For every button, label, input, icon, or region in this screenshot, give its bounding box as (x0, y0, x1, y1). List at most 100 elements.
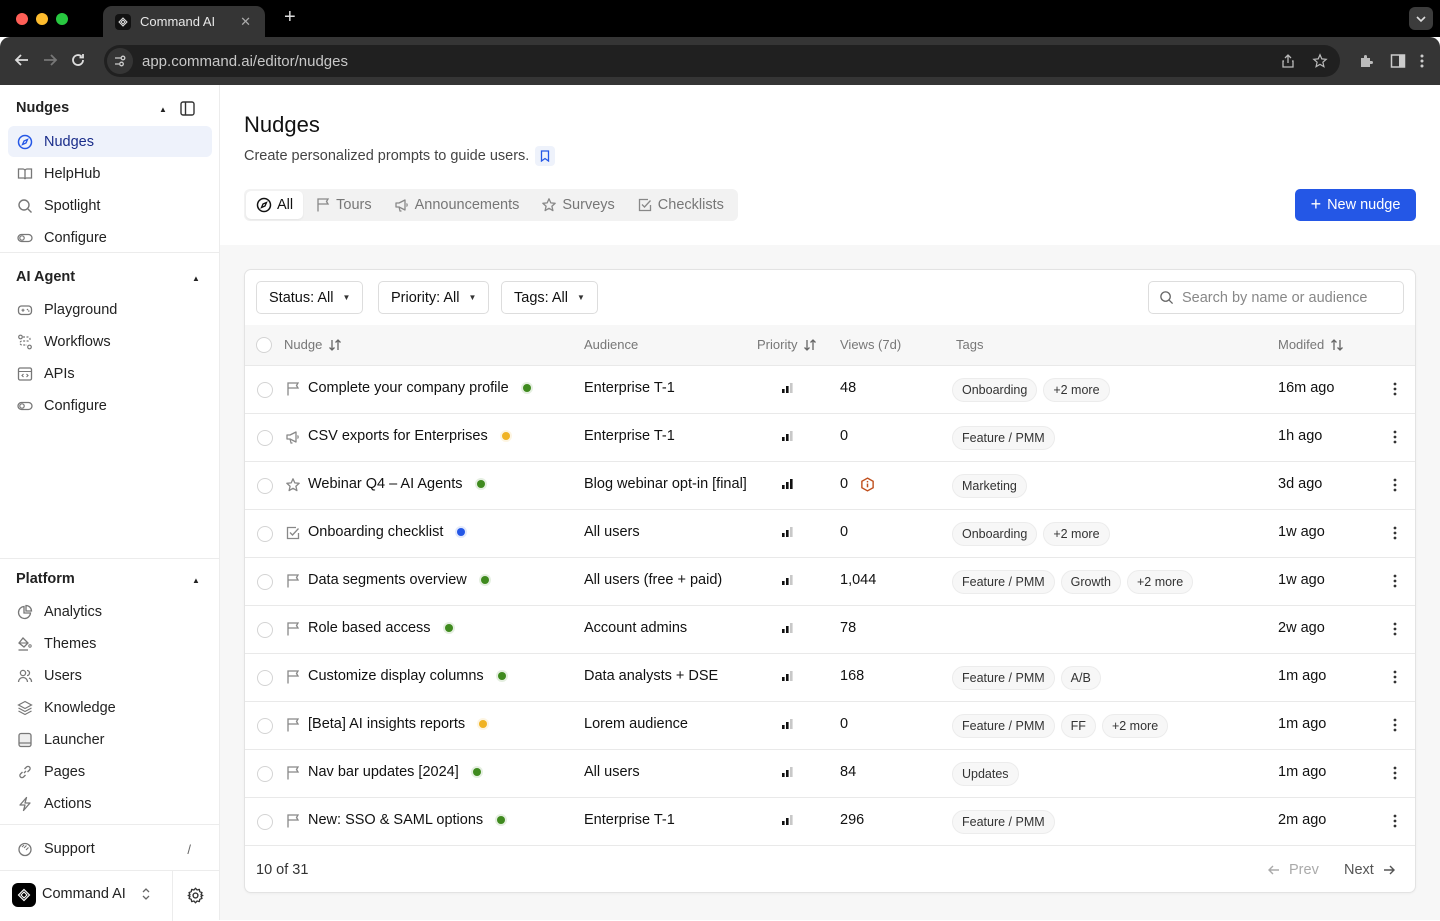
caret-up-icon[interactable]: ▲ (159, 105, 167, 114)
browser-tab[interactable]: Command AI ✕ (103, 6, 265, 37)
column-modified[interactable]: Modifed (1278, 337, 1344, 352)
sidebar-item-nudges[interactable]: Nudges (8, 126, 212, 157)
tag-pill[interactable]: Growth (1060, 570, 1121, 594)
bookmark-star-button[interactable] (1312, 53, 1328, 69)
window-minimize-button[interactable] (36, 13, 48, 25)
table-row[interactable]: Customize display columns Data analysts … (245, 653, 1415, 701)
caret-up-icon[interactable]: ▲ (192, 576, 200, 585)
extensions-button[interactable] (1358, 53, 1375, 70)
address-bar[interactable]: app.command.ai/editor/nudges (104, 45, 1340, 77)
table-row[interactable]: CSV exports for Enterprises Enterprise T… (245, 413, 1415, 461)
nudge-name-cell[interactable]: [Beta] AI insights reports (308, 716, 488, 732)
table-row[interactable]: Onboarding checklist All users 0 Onboard… (245, 509, 1415, 557)
tab-surveys[interactable]: Surveys (531, 191, 624, 219)
tag-pill[interactable]: Feature / PMM (952, 570, 1055, 594)
row-checkbox[interactable] (257, 814, 273, 830)
next-page-button[interactable]: Next (1344, 862, 1396, 878)
nudge-name-cell[interactable]: CSV exports for Enterprises (308, 428, 510, 444)
row-checkbox[interactable] (257, 766, 273, 782)
table-row[interactable]: Webinar Q4 – AI Agents Blog webinar opt-… (245, 461, 1415, 509)
sidebar-item-themes[interactable]: Themes (8, 628, 212, 659)
site-settings-button[interactable] (107, 48, 133, 74)
row-checkbox[interactable] (257, 622, 273, 638)
sidebar-item-configure[interactable]: Configure (8, 222, 212, 253)
tab-tours[interactable]: Tours (305, 191, 381, 219)
priority-filter-dropdown[interactable]: Priority: All ▼ (378, 281, 490, 314)
tag-pill[interactable]: +2 more (1126, 570, 1194, 594)
row-actions-button[interactable] (1391, 765, 1399, 781)
nudge-name-cell[interactable]: Customize display columns (308, 668, 506, 684)
sidebar-item-playground[interactable]: Playground (8, 294, 212, 325)
window-maximize-button[interactable] (56, 13, 68, 25)
back-button[interactable] (13, 51, 31, 69)
tag-pill[interactable]: A/B (1060, 666, 1101, 690)
column-nudge[interactable]: Nudge (284, 337, 342, 352)
table-row[interactable]: Data segments overview All users (free +… (245, 557, 1415, 605)
row-checkbox[interactable] (257, 670, 273, 686)
row-actions-button[interactable] (1391, 669, 1399, 685)
url-text[interactable]: app.command.ai/editor/nudges (142, 53, 348, 70)
sidebar-item-agent-configure[interactable]: Configure (8, 390, 212, 421)
tag-pill[interactable]: Feature / PMM (952, 714, 1055, 738)
tab-announcements[interactable]: Announcements (384, 191, 530, 219)
sidebar-item-spotlight[interactable]: Spotlight (8, 190, 212, 221)
nudge-name-cell[interactable]: Nav bar updates [2024] (308, 764, 481, 780)
sidebar-section-ai-agent[interactable]: AI Agent (16, 269, 75, 285)
sidebar-item-actions[interactable]: Actions (8, 788, 212, 819)
table-row[interactable]: [Beta] AI insights reports Lorem audienc… (245, 701, 1415, 749)
select-all-checkbox[interactable] (256, 337, 272, 353)
column-priority[interactable]: Priority (757, 337, 817, 352)
status-filter-dropdown[interactable]: Status: All ▼ (256, 281, 364, 314)
tag-pill[interactable]: Feature / PMM (952, 666, 1055, 690)
row-actions-button[interactable] (1391, 717, 1399, 733)
row-checkbox[interactable] (257, 478, 273, 494)
row-actions-button[interactable] (1391, 813, 1399, 829)
side-panel-button[interactable] (1390, 53, 1406, 69)
tag-pill[interactable]: Onboarding (952, 522, 1038, 546)
row-checkbox[interactable] (257, 526, 273, 542)
tags-filter-dropdown[interactable]: Tags: All ▼ (501, 281, 598, 314)
nudge-name-cell[interactable]: Complete your company profile (308, 380, 531, 396)
docs-bookmark-button[interactable] (535, 146, 556, 166)
sidebar-item-apis[interactable]: APIs (8, 358, 212, 389)
tag-pill[interactable]: Feature / PMM (952, 426, 1055, 450)
row-actions-button[interactable] (1391, 477, 1399, 493)
caret-up-icon[interactable]: ▲ (192, 274, 200, 283)
row-actions-button[interactable] (1391, 381, 1399, 397)
sidebar-item-knowledge[interactable]: Knowledge (8, 692, 212, 723)
sidebar-section-platform[interactable]: Platform (16, 571, 75, 587)
org-switcher-button[interactable] (140, 886, 152, 902)
row-checkbox[interactable] (257, 718, 273, 734)
nudge-name-cell[interactable]: Data segments overview (308, 572, 489, 588)
table-row[interactable]: New: SSO & SAML options Enterprise T-1 2… (245, 797, 1415, 845)
nudge-name-cell[interactable]: Role based access (308, 620, 453, 636)
tab-checklists[interactable]: Checklists (627, 191, 734, 219)
table-row[interactable]: Role based access Account admins 78 2w a… (245, 605, 1415, 653)
row-actions-button[interactable] (1391, 525, 1399, 541)
share-button[interactable] (1280, 53, 1296, 69)
browser-menu-button[interactable] (1416, 53, 1428, 69)
new-tab-button[interactable]: + (284, 6, 296, 29)
sidebar-item-users[interactable]: Users (8, 660, 212, 691)
tag-pill[interactable]: +2 more (1101, 714, 1169, 738)
nudge-name-cell[interactable]: New: SSO & SAML options (308, 812, 506, 828)
warning-hexagon-icon[interactable] (860, 476, 875, 492)
sidebar-item-helphub[interactable]: HelpHub (8, 158, 212, 189)
tag-pill[interactable]: +2 more (1043, 522, 1110, 546)
search-input[interactable] (1182, 289, 1392, 306)
collapse-sidebar-button[interactable] (180, 101, 195, 116)
tag-pill[interactable]: Onboarding (952, 378, 1038, 402)
reload-button[interactable] (69, 51, 87, 69)
tag-pill[interactable]: Marketing (952, 474, 1027, 498)
tag-pill[interactable]: +2 more (1043, 378, 1110, 402)
row-checkbox[interactable] (257, 430, 273, 446)
tab-all[interactable]: All (246, 191, 304, 219)
close-tab-icon[interactable]: ✕ (240, 14, 251, 30)
tag-pill[interactable]: FF (1060, 714, 1096, 738)
sidebar-item-workflows[interactable]: Workflows (8, 326, 212, 357)
new-nudge-button[interactable]: + New nudge (1295, 189, 1416, 221)
window-close-button[interactable] (16, 13, 28, 25)
table-row[interactable]: Complete your company profile Enterprise… (245, 365, 1415, 413)
sidebar-item-pages[interactable]: Pages (8, 756, 212, 787)
org-name[interactable]: Command AI (42, 886, 126, 902)
